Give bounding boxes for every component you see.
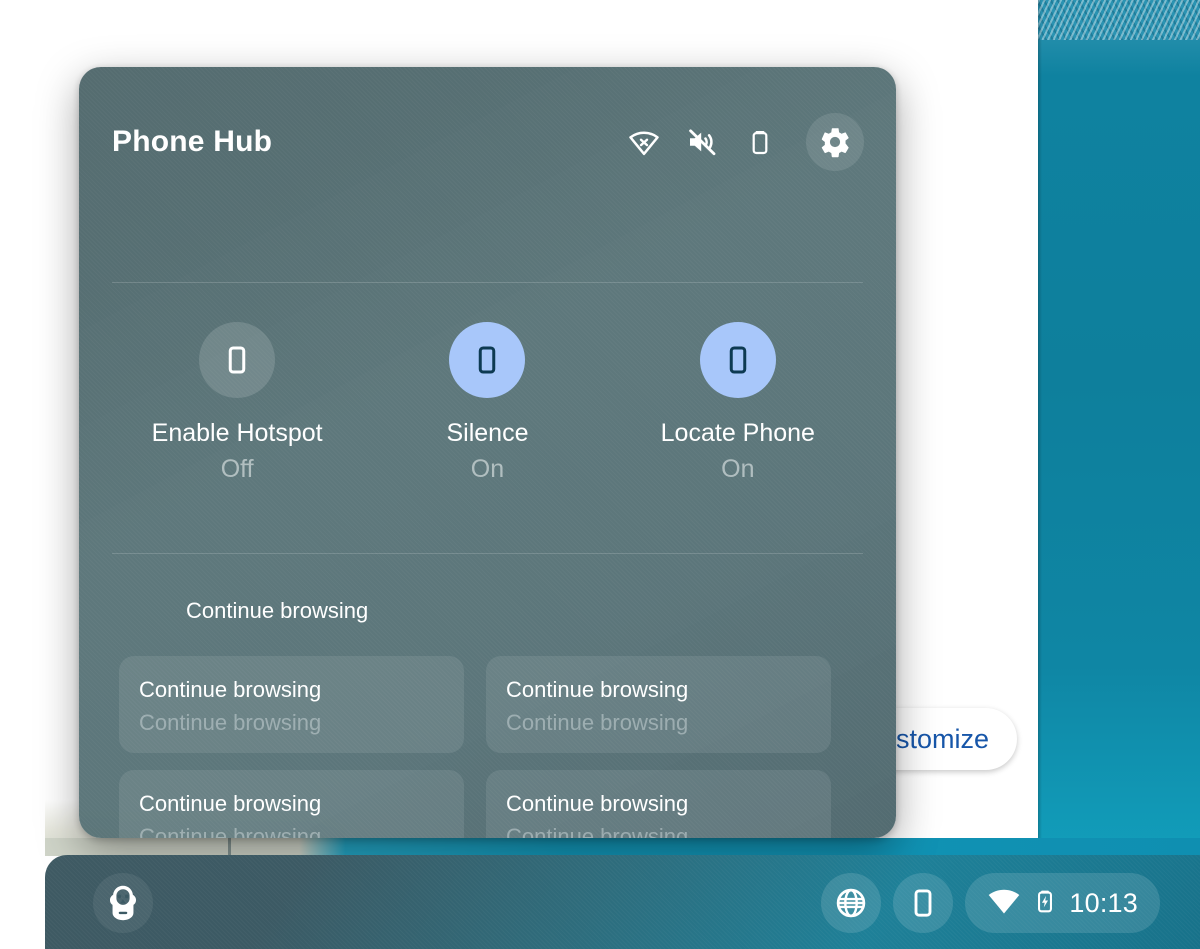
continue-browsing-card[interactable]: Continue browsing Continue browsing — [486, 770, 831, 838]
wallpaper-band — [45, 838, 1200, 856]
divider-top — [112, 282, 863, 283]
continue-browsing-card[interactable]: Continue browsing Continue browsing — [486, 656, 831, 753]
quick-action-label: Silence — [446, 419, 529, 447]
globe-icon — [837, 888, 866, 918]
card-subtitle: Continue browsing — [139, 709, 322, 735]
quick-action-state: On — [470, 454, 505, 483]
penguin-icon — [109, 885, 137, 921]
quick-action-icon-locate[interactable] — [699, 322, 776, 398]
browser-button[interactable] — [821, 873, 882, 933]
card-title: Continue browsing — [506, 791, 689, 816]
continue-browsing-grid: Continue browsing Continue browsing Cont… — [119, 656, 869, 838]
status-area-button[interactable]: 10:13 — [965, 873, 1160, 933]
chromeos-desktop: stomize Phone Hub Enable Hotspot Off Sil… — [0, 0, 1200, 949]
quick-action-silence[interactable]: Silence On — [372, 322, 602, 483]
phone-icon — [729, 346, 747, 374]
customize-button-label: stomize — [895, 723, 989, 754]
shelf-app-area: 10:13 — [821, 873, 1160, 933]
card-title: Continue browsing — [506, 677, 689, 702]
phone-hub-status-icons — [628, 113, 864, 171]
wallpaper-right-strip — [1038, 0, 1200, 949]
launcher-button[interactable] — [93, 873, 153, 933]
gear-icon — [821, 128, 849, 158]
clock-label: 10:13 — [1069, 887, 1138, 918]
window-right-edge-shadow — [1038, 0, 1042, 949]
quick-action-icon-hotspot[interactable] — [199, 322, 276, 398]
phone-icon — [914, 889, 932, 917]
quick-action-label: Enable Hotspot — [151, 419, 323, 447]
quick-actions-row: Enable Hotspot Off Silence On Locate Pho… — [112, 322, 863, 483]
quick-action-label: Locate Phone — [660, 419, 815, 447]
continue-browsing-card[interactable]: Continue browsing Continue browsing — [119, 656, 464, 753]
signal-off-icon — [628, 126, 660, 158]
page-title: Phone Hub — [112, 125, 273, 158]
card-title: Continue browsing — [139, 677, 322, 702]
card-subtitle: Continue browsing — [506, 709, 689, 735]
wallpaper-band-seam — [228, 838, 231, 856]
quick-action-enable-hotspot[interactable]: Enable Hotspot Off — [122, 322, 352, 483]
phone-hub-panel: Phone Hub Enable Hotspot Off Silence On … — [79, 67, 896, 838]
card-subtitle: Continue browsing — [139, 823, 322, 839]
phone-icon — [479, 346, 496, 374]
divider-bottom — [112, 553, 863, 554]
card-title: Continue browsing — [139, 791, 322, 816]
quick-action-state: On — [721, 454, 755, 483]
wifi-icon — [987, 884, 1021, 923]
settings-gear-button[interactable] — [806, 113, 864, 171]
battery-icon — [744, 126, 776, 158]
battery-charging-icon — [1032, 888, 1058, 919]
phone-hub-button[interactable] — [893, 873, 954, 933]
wallpaper-texture-top — [1038, 0, 1200, 40]
phone-hub-header: Phone Hub — [79, 67, 896, 217]
phone-icon — [228, 346, 246, 374]
card-subtitle: Continue browsing — [506, 823, 689, 839]
quick-action-state: Off — [220, 454, 254, 483]
volume-mute-icon — [686, 126, 718, 158]
quick-action-locate-phone[interactable]: Locate Phone On — [623, 322, 853, 483]
continue-browsing-heading: Continue browsing — [186, 598, 369, 623]
continue-browsing-card[interactable]: Continue browsing Continue browsing — [119, 770, 464, 838]
quick-action-icon-silence[interactable] — [449, 322, 526, 398]
